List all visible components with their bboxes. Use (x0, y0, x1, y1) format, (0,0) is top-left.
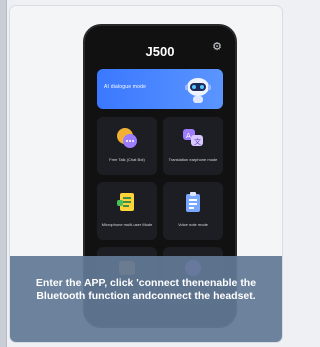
chat-bubble-icon (117, 128, 137, 148)
instruction-caption: Enter the APP, click 'connect thenenable… (35, 277, 257, 302)
ai-dialogue-banner[interactable]: AI dialogue mode (97, 69, 223, 109)
tile-translation[interactable]: A 文 Translation earphone mode (163, 117, 223, 175)
svg-text:文: 文 (194, 137, 201, 146)
settings-icon[interactable]: ⚙ (211, 41, 223, 53)
robot-icon (185, 78, 211, 103)
tile-label: Free Talk (Chat Bot) (109, 157, 145, 162)
translate-icon: A 文 (183, 129, 203, 146)
tile-free-talk[interactable]: Free Talk (Chat Bot) (97, 117, 157, 175)
instruction-card: J500 ⚙ AI dialogue mode Free Talk (Chat … (10, 6, 282, 342)
left-panel-edge (0, 0, 7, 347)
tile-voice-note[interactable]: Voice note mode (163, 182, 223, 240)
tile-label: Translation earphone mode (168, 157, 218, 162)
banner-label: AI dialogue mode (104, 84, 147, 90)
clipboard-icon (186, 192, 200, 212)
svg-text:A: A (186, 132, 191, 140)
tile-label: Microphone multi-user Mode (101, 222, 153, 227)
document-chat-icon (117, 193, 134, 211)
tile-label: Voice note mode (178, 222, 208, 227)
caption-overlay: Enter the APP, click 'connect thenenable… (10, 256, 282, 342)
tile-microphone[interactable]: Microphone multi-user Mode (97, 182, 157, 240)
